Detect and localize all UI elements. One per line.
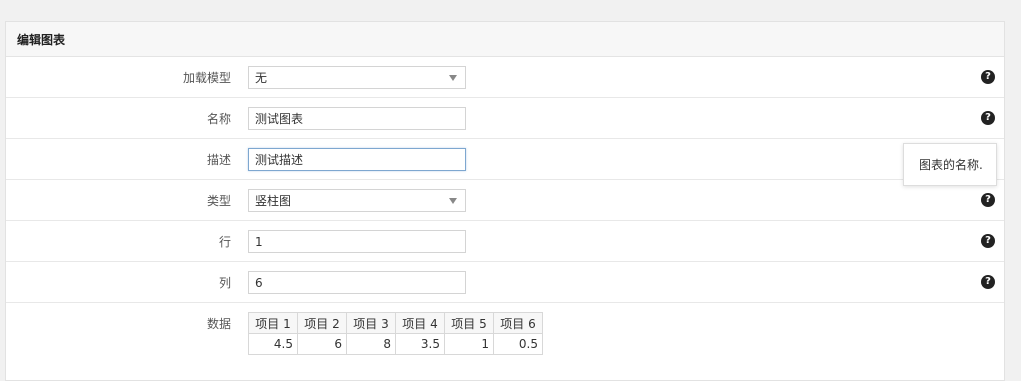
model-select[interactable]: 无 xyxy=(248,66,466,89)
data-column-header: 项目 6 xyxy=(493,312,543,334)
row-description: 描述 测试描述 xyxy=(6,139,1004,180)
help-icon[interactable]: ? xyxy=(981,275,995,289)
panel-header: 编辑图表 xyxy=(6,22,1004,57)
help-tooltip: 图表的名称. xyxy=(903,143,997,186)
model-select-value: 无 xyxy=(255,71,268,85)
help-icon[interactable]: ? xyxy=(981,111,995,125)
type-label: 类型 xyxy=(206,193,231,208)
rows-input[interactable]: 1 xyxy=(248,230,466,253)
name-input[interactable]: 测试图表 xyxy=(248,107,466,130)
panel-title: 编辑图表 xyxy=(17,32,66,47)
help-icon[interactable]: ? xyxy=(981,193,995,207)
name-label: 名称 xyxy=(206,111,231,126)
columns-input-value: 6 xyxy=(255,275,263,290)
row-rows: 行 1 ? xyxy=(6,221,1004,262)
row-data: 数据 项目 1 项目 2 项目 3 项目 4 项目 5 项目 6 4.5 6 8… xyxy=(6,303,1004,373)
data-table-row: 4.5 6 8 3.5 1 0.5 xyxy=(248,333,543,355)
description-input[interactable]: 测试描述 xyxy=(248,148,466,171)
type-select[interactable]: 竖柱图 xyxy=(248,189,466,212)
model-label: 加载模型 xyxy=(182,70,231,85)
description-label: 描述 xyxy=(206,152,231,167)
row-columns: 列 6 ? xyxy=(6,262,1004,303)
description-input-value: 测试描述 xyxy=(255,153,304,167)
data-cell[interactable]: 0.5 xyxy=(493,333,543,355)
columns-label: 列 xyxy=(218,275,231,290)
type-select-value: 竖柱图 xyxy=(255,194,292,208)
edit-chart-panel: 编辑图表 加载模型 无 ? 名称 测试图表 ? 描述 测试描述 类型 竖柱图 ? xyxy=(5,21,1005,381)
help-icon[interactable]: ? xyxy=(981,234,995,248)
data-column-header: 项目 2 xyxy=(297,312,347,334)
data-column-header: 项目 3 xyxy=(346,312,396,334)
chevron-down-icon xyxy=(449,75,457,81)
data-cell[interactable]: 4.5 xyxy=(248,333,298,355)
tooltip-text: 图表的名称. xyxy=(919,158,983,172)
data-column-header: 项目 4 xyxy=(395,312,445,334)
chevron-down-icon xyxy=(449,198,457,204)
columns-input[interactable]: 6 xyxy=(248,271,466,294)
data-cell[interactable]: 8 xyxy=(346,333,396,355)
row-model: 加载模型 无 ? xyxy=(6,57,1004,98)
data-cell[interactable]: 1 xyxy=(444,333,494,355)
help-icon[interactable]: ? xyxy=(981,70,995,84)
data-cell[interactable]: 3.5 xyxy=(395,333,445,355)
data-column-header: 项目 1 xyxy=(248,312,298,334)
data-column-header: 项目 5 xyxy=(444,312,494,334)
name-input-value: 测试图表 xyxy=(255,112,304,126)
data-table-header-row: 项目 1 项目 2 项目 3 项目 4 项目 5 项目 6 xyxy=(248,312,543,334)
data-label: 数据 xyxy=(206,316,231,331)
data-table: 项目 1 项目 2 项目 3 项目 4 项目 5 项目 6 4.5 6 8 3.… xyxy=(248,312,543,355)
row-name: 名称 测试图表 ? xyxy=(6,98,1004,139)
rows-label: 行 xyxy=(218,234,231,249)
rows-input-value: 1 xyxy=(255,234,263,249)
row-type: 类型 竖柱图 ? xyxy=(6,180,1004,221)
data-cell[interactable]: 6 xyxy=(297,333,347,355)
